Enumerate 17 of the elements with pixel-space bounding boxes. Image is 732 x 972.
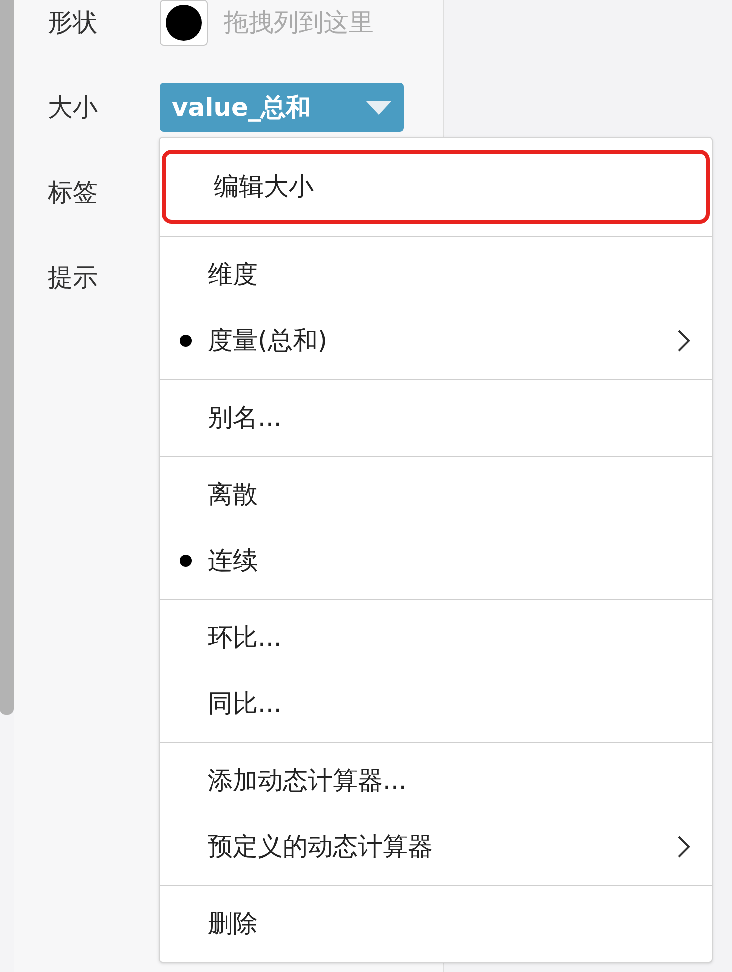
- dropdown-caret-icon: [366, 100, 392, 114]
- field-label: 形状: [48, 6, 99, 39]
- menu-item[interactable]: 同比...: [160, 671, 712, 737]
- menu-item[interactable]: 别名...: [160, 385, 712, 451]
- menu-item[interactable]: 删除: [160, 891, 712, 957]
- menu-item[interactable]: 环比...: [160, 605, 712, 671]
- menu-item[interactable]: 度量(总和): [160, 308, 712, 374]
- menu-item[interactable]: 添加动态计算器...: [160, 748, 712, 814]
- menu-item[interactable]: 离散: [160, 462, 712, 528]
- field-label: 标签: [48, 176, 99, 209]
- shape-swatch[interactable]: [160, 0, 208, 46]
- scrollbar[interactable]: [0, 0, 14, 715]
- menu-item[interactable]: 连续: [160, 528, 712, 594]
- field-label: 大小: [48, 92, 99, 124]
- field-label: 提示: [48, 262, 99, 294]
- menu-item[interactable]: 维度: [160, 242, 712, 308]
- menu-item[interactable]: 预定义的动态计算器: [160, 814, 712, 880]
